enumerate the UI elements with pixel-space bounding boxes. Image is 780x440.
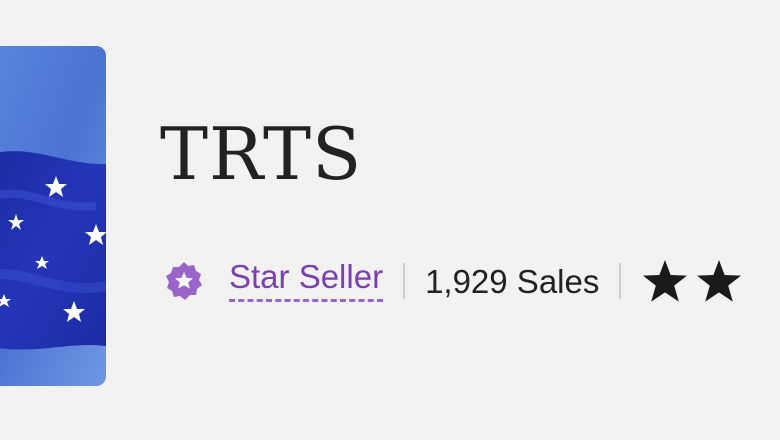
flag-banner-icon (0, 46, 106, 386)
shop-stats-row: Star Seller 1,929 Sales (163, 254, 743, 308)
shop-name: TRTS (160, 112, 363, 196)
rating-star-icon (697, 260, 742, 302)
star-seller-link[interactable]: Star Seller (229, 260, 384, 302)
shop-header: TRTS Star Seller 1,929 Sales (0, 0, 780, 440)
stats-divider (619, 263, 622, 299)
stats-divider (403, 263, 406, 299)
rating-stars[interactable] (641, 258, 743, 304)
sales-count: 1,929 Sales (425, 262, 600, 300)
shop-logo[interactable] (0, 46, 106, 386)
rating-star-icon (643, 260, 688, 302)
star-seller-badge-icon (163, 260, 205, 302)
